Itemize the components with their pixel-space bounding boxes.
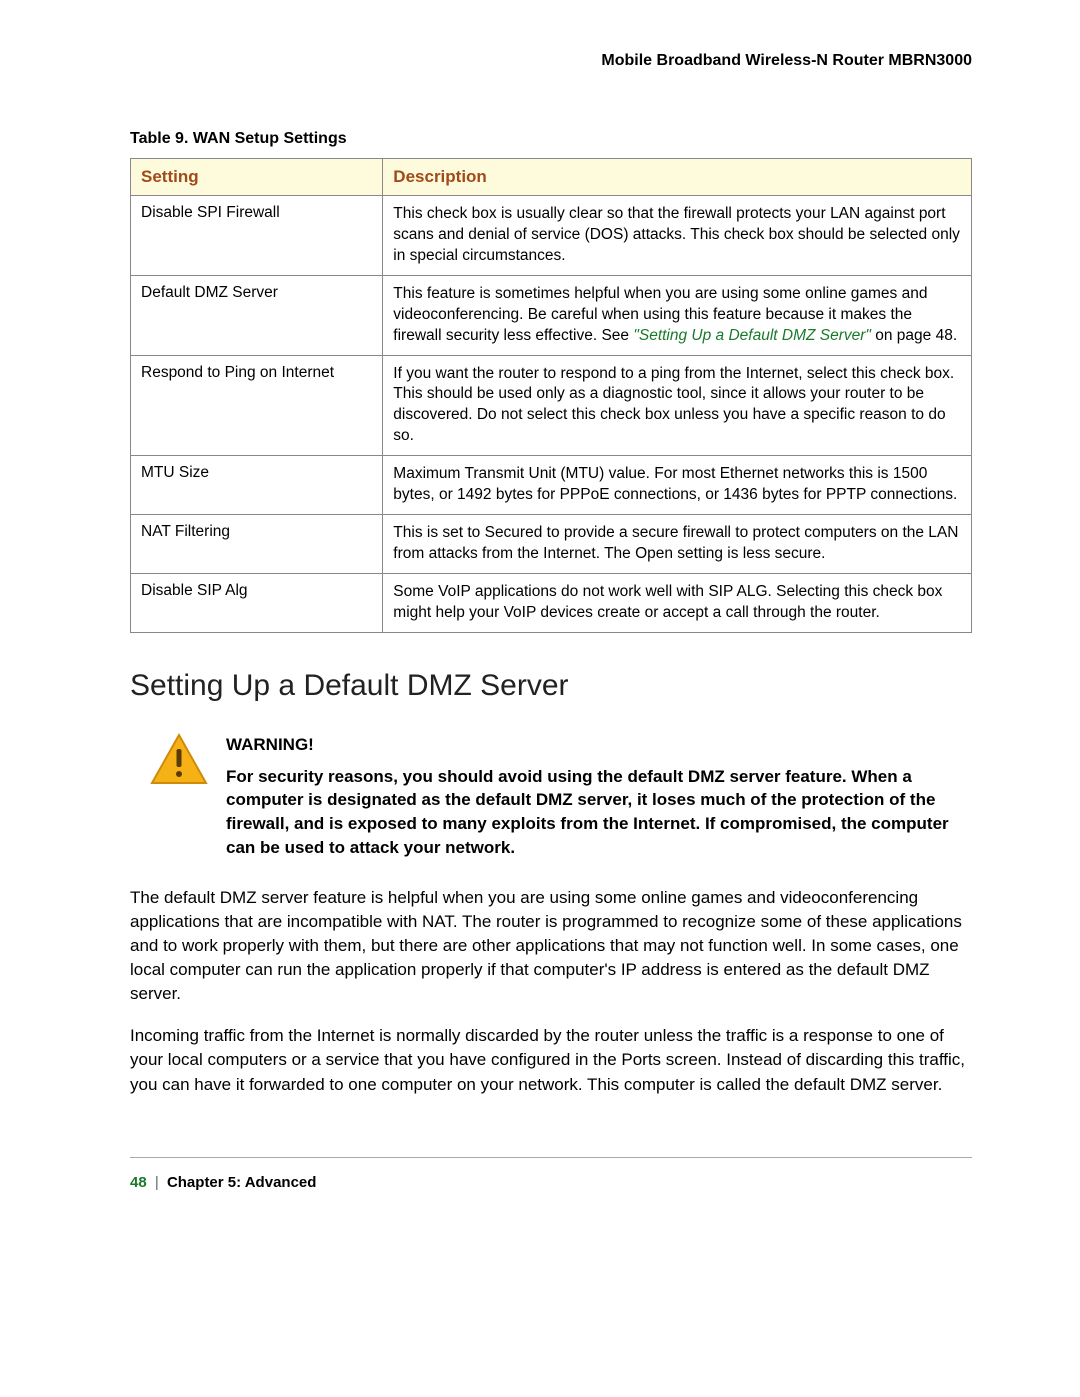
chapter-label: Chapter 5: Advanced bbox=[167, 1174, 316, 1191]
description-cell: This is set to Secured to provide a secu… bbox=[383, 515, 972, 574]
footer-separator: | bbox=[155, 1174, 163, 1191]
setting-cell: Respond to Ping on Internet bbox=[131, 355, 383, 456]
warning-icon bbox=[150, 733, 208, 860]
wan-setup-table: Setting Description Disable SPI Firewall… bbox=[130, 158, 972, 633]
warning-body: For security reasons, you should avoid u… bbox=[226, 765, 972, 860]
table-row: Disable SPI Firewall This check box is u… bbox=[131, 196, 972, 276]
section-heading: Setting Up a Default DMZ Server bbox=[130, 669, 972, 703]
warning-block: WARNING! For security reasons, you shoul… bbox=[150, 733, 972, 860]
description-cell: If you want the router to respond to a p… bbox=[383, 355, 972, 456]
running-footer: 48 | Chapter 5: Advanced bbox=[130, 1174, 972, 1191]
cross-reference-link[interactable]: "Setting Up a Default DMZ Server" bbox=[633, 327, 871, 344]
description-cell: This feature is sometimes helpful when y… bbox=[383, 275, 972, 355]
running-header: Mobile Broadband Wireless-N Router MBRN3… bbox=[130, 52, 972, 70]
setting-cell: Disable SIP Alg bbox=[131, 573, 383, 632]
table-row: MTU Size Maximum Transmit Unit (MTU) val… bbox=[131, 456, 972, 515]
warning-text: WARNING! For security reasons, you shoul… bbox=[226, 733, 972, 860]
body-paragraph: Incoming traffic from the Internet is no… bbox=[130, 1024, 972, 1096]
setting-cell: Disable SPI Firewall bbox=[131, 196, 383, 276]
description-cell: This check box is usually clear so that … bbox=[383, 196, 972, 276]
warning-label: WARNING! bbox=[226, 733, 972, 757]
table-header-row: Setting Description bbox=[131, 159, 972, 196]
footer-rule bbox=[130, 1157, 972, 1158]
setting-cell: Default DMZ Server bbox=[131, 275, 383, 355]
description-cell: Some VoIP applications do not work well … bbox=[383, 573, 972, 632]
setting-cell: MTU Size bbox=[131, 456, 383, 515]
table-row: Disable SIP Alg Some VoIP applications d… bbox=[131, 573, 972, 632]
setting-cell: NAT Filtering bbox=[131, 515, 383, 574]
desc-text: on page 48. bbox=[871, 327, 957, 344]
col-header-setting: Setting bbox=[131, 159, 383, 196]
table-row: Default DMZ Server This feature is somet… bbox=[131, 275, 972, 355]
document-page: Mobile Broadband Wireless-N Router MBRN3… bbox=[0, 0, 1080, 1231]
table-row: NAT Filtering This is set to Secured to … bbox=[131, 515, 972, 574]
page-number: 48 bbox=[130, 1174, 147, 1191]
col-header-description: Description bbox=[383, 159, 972, 196]
description-cell: Maximum Transmit Unit (MTU) value. For m… bbox=[383, 456, 972, 515]
table-row: Respond to Ping on Internet If you want … bbox=[131, 355, 972, 456]
body-paragraph: The default DMZ server feature is helpfu… bbox=[130, 886, 972, 1007]
table-caption: Table 9. WAN Setup Settings bbox=[130, 130, 972, 148]
